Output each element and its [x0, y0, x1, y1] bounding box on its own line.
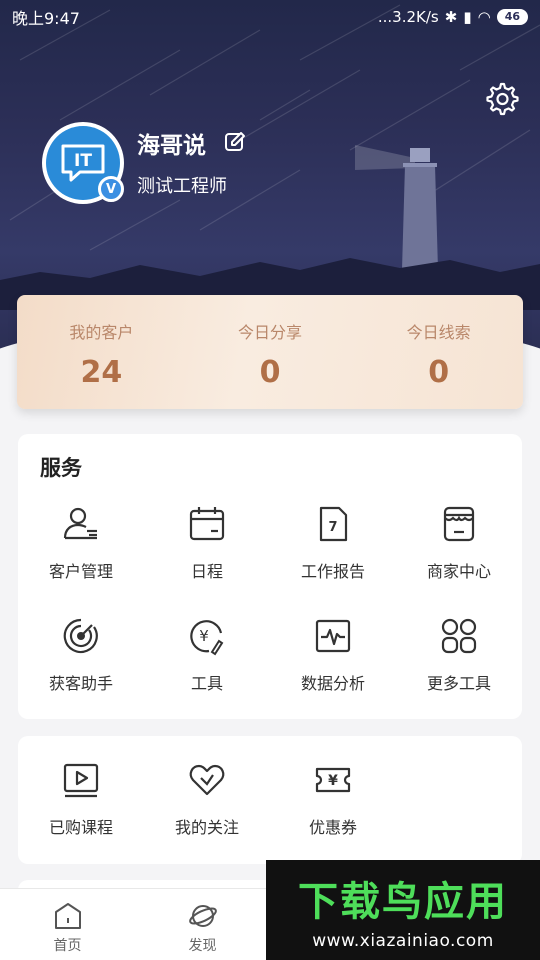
radar-icon: [63, 618, 98, 654]
work-report-icon: 7: [319, 506, 348, 542]
service-label: 更多工具: [426, 674, 491, 693]
user-title: 测试工程师: [137, 176, 227, 197]
nav-label: 首页: [53, 938, 82, 954]
status-time: 晚上9:47: [12, 9, 80, 28]
stat-label: 今日线索: [406, 323, 471, 342]
tools-icon: ¥: [190, 620, 224, 656]
stat-my-customers[interactable]: 我的客户 24: [17, 295, 186, 409]
stats-card: 我的客户 24 今日分享 0 今日线索 0: [17, 295, 523, 409]
status-bar: 晚上9:47 ...3.2K/s ✱ ▮ ◠ 46: [0, 0, 540, 34]
stat-today-leads[interactable]: 今日线索 0: [354, 295, 523, 409]
calendar-icon: [189, 507, 225, 541]
coupon-currency-glyph: ¥: [328, 773, 338, 789]
settings-gear-icon[interactable]: [480, 78, 522, 120]
nav-discover[interactable]: 发现: [135, 889, 270, 960]
service-store-center[interactable]: 商家中心: [396, 504, 522, 582]
more-tools-icon: [441, 618, 477, 654]
services-heading: 服务: [40, 456, 82, 480]
customer-management-icon: [63, 507, 97, 540]
nav-home[interactable]: 首页: [0, 889, 135, 960]
planet-icon: [188, 905, 217, 927]
service-work-report[interactable]: 7 工作报告: [270, 504, 396, 582]
stat-label: 我的客户: [69, 323, 134, 342]
service-label: 工作报告: [300, 562, 365, 581]
service-label: 客户管理: [48, 562, 113, 581]
edit-icon[interactable]: [224, 131, 246, 153]
bluetooth-icon: ✱: [444, 8, 458, 26]
signal-icon: ▮: [463, 8, 472, 26]
user-name: 海哥说: [137, 133, 206, 159]
service-calendar[interactable]: 日程: [144, 504, 270, 582]
data-analysis-icon: [315, 619, 351, 653]
avatar-chat-icon: IT: [61, 144, 105, 182]
mine-label: 我的关注: [174, 818, 239, 837]
service-label: 商家中心: [426, 562, 491, 581]
network-speed: ...3.2K/s: [377, 8, 439, 26]
mine-coupons[interactable]: ¥ 优惠券: [270, 760, 396, 838]
coupon-icon: ¥: [315, 767, 351, 793]
stat-value: 0: [428, 355, 450, 390]
mine-label: 已购课程: [48, 818, 113, 837]
battery-icon: 46: [496, 9, 528, 25]
store-icon: [443, 506, 475, 542]
service-label: 工具: [190, 674, 223, 693]
mine-purchased-courses[interactable]: 已购课程: [18, 760, 144, 838]
stat-value: 24: [80, 355, 123, 390]
mine-my-follows[interactable]: 我的关注: [144, 760, 270, 838]
mine-panel: 已购课程 我的关注 ¥ 优惠券: [18, 736, 522, 864]
services-panel: 服务 客户管理 日程 7 工作报告 商家中心 获客助手 ¥ 工具 数据分析 更多…: [18, 434, 522, 719]
service-label: 获客助手: [48, 674, 113, 693]
video-course-icon: [63, 763, 99, 798]
stat-value: 0: [259, 355, 281, 390]
service-label: 数据分析: [300, 674, 365, 693]
wifi-icon: ◠: [477, 8, 491, 26]
heart-icon: [189, 764, 225, 796]
tools-currency-glyph: ¥: [199, 627, 209, 645]
stat-label: 今日分享: [238, 323, 303, 342]
service-more-tools[interactable]: 更多工具: [396, 616, 522, 694]
watermark-url: www.xiazainiao.com: [312, 931, 494, 951]
service-data-analysis[interactable]: 数据分析: [270, 616, 396, 694]
nav-label: 发现: [188, 938, 217, 954]
watermark-overlay: 下载鸟应用 www.xiazainiao.com: [266, 860, 540, 960]
home-icon: [54, 903, 81, 929]
service-label: 日程: [190, 562, 223, 581]
service-customer-management[interactable]: 客户管理: [18, 504, 144, 582]
watermark-title: 下载鸟应用: [298, 879, 508, 925]
verified-badge: V: [98, 176, 124, 202]
service-tools[interactable]: ¥ 工具: [144, 616, 270, 694]
mine-label: 优惠券: [308, 818, 357, 837]
service-lead-assistant[interactable]: 获客助手: [18, 616, 144, 694]
avatar-text: IT: [74, 151, 92, 171]
report-day-number: 7: [328, 520, 337, 535]
stat-today-shares[interactable]: 今日分享 0: [186, 295, 355, 409]
